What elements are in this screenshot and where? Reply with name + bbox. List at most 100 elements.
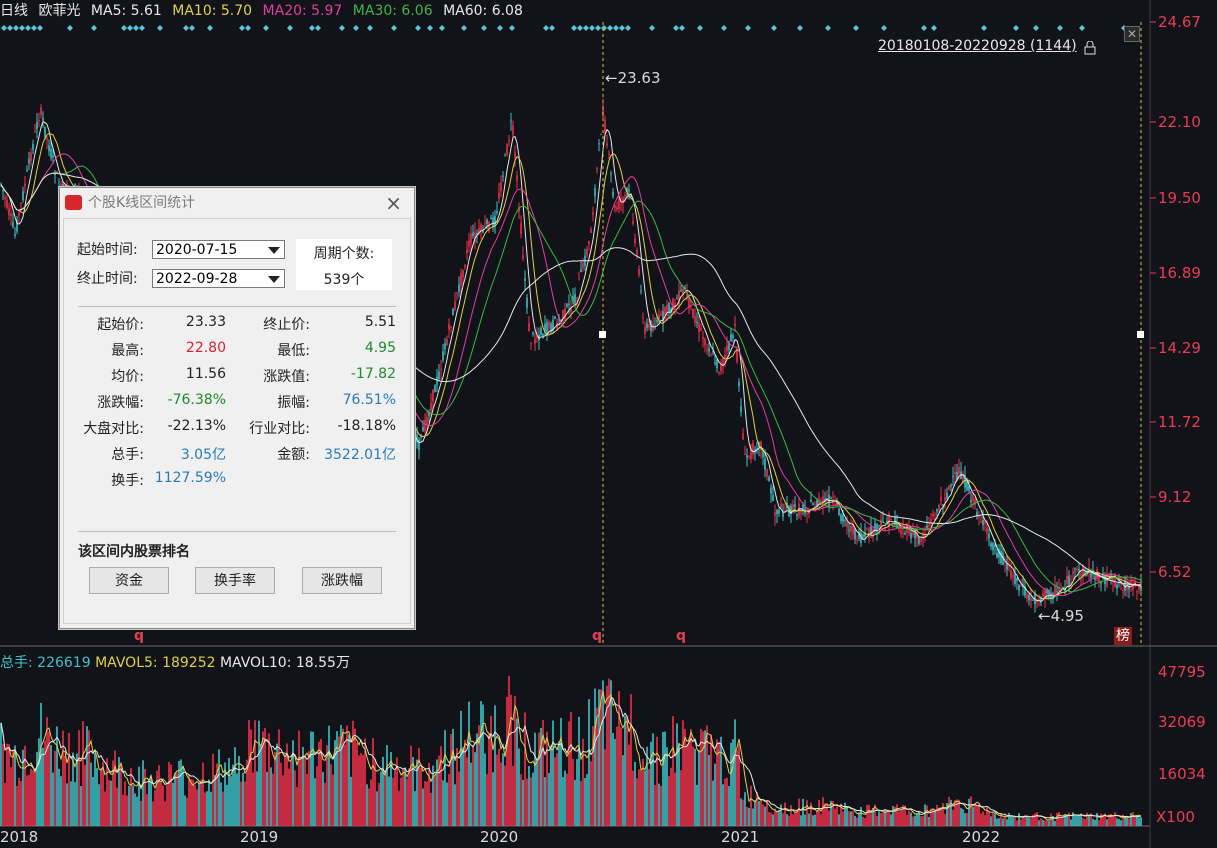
volume-bar [208,779,210,826]
candle-body [1080,573,1082,576]
date-range-label[interactable]: 20180108-20220928 (1144) [878,38,1077,54]
volume-bar [240,781,242,826]
event-marker-icon [461,25,467,31]
chevron-down-icon[interactable] [268,247,280,254]
candle-body [656,320,658,323]
candle-body [580,269,582,273]
volume-bar [440,746,442,826]
volume-bar [906,815,908,826]
candle-body [1038,599,1040,601]
volume-bar [900,810,902,826]
event-marker-icon [133,25,139,31]
candle-body [1074,568,1076,570]
event-marker-icon [25,25,31,31]
event-marker-icon [127,25,133,31]
volume-bar [428,762,430,826]
volume-bar [662,731,664,826]
volume-bar [476,733,478,826]
volume-bar [234,747,236,826]
candle-body [1018,585,1020,591]
low-annotation: ←4.95 [1038,607,1084,625]
volume-bar [148,778,150,826]
volume-bar [864,818,866,826]
marker-q[interactable]: q [134,628,144,644]
volume-bar [1140,817,1142,826]
volume-bar [256,771,258,826]
end-time-select[interactable]: 2022-09-28 [152,269,285,288]
volume-bar [0,722,2,826]
close-chart-icon[interactable]: ✕ [1124,26,1140,42]
candle-body [972,495,974,502]
marker-q[interactable]: q [592,628,602,644]
volume-bar [694,748,696,826]
volume-bar [250,729,252,826]
volume-bar [878,811,880,826]
stat-value: 23.33 [185,314,226,330]
volume-bar [648,769,650,826]
candle-body [848,529,850,531]
volume-bar [596,707,598,826]
volume-bar [348,734,350,826]
lock-icon[interactable] [1084,40,1096,55]
candle-body [628,189,630,192]
volume-bar [936,804,938,826]
candle-body [1056,591,1058,593]
candle-body [846,521,848,528]
candle-body [764,458,766,470]
volume-bar [1016,820,1018,826]
volume-bar [820,813,822,826]
volume-bar [914,815,916,826]
volume-bar [772,814,774,826]
volume-bar [564,770,566,826]
rank-by-turnover-button[interactable]: 换手率 [195,567,275,594]
volume-bar [604,749,606,826]
rank-by-capital-button[interactable]: 资金 [89,567,169,594]
volume-bar [152,801,154,826]
volume-bar [628,744,630,826]
volume-bar [10,767,12,826]
volume-bar [368,788,370,826]
stat-label: 大盘对比: [83,421,144,437]
volume-bar [1084,819,1086,826]
volume-bar [422,788,424,826]
candle-body [466,249,468,254]
candle-body [484,223,486,225]
volume-bar [84,764,86,826]
rank-by-change-button[interactable]: 涨跌幅 [302,567,382,594]
event-marker-icon [481,25,487,31]
candle-body [506,144,508,155]
volume-bar [1076,815,1078,826]
volume-bar [666,747,668,826]
volume-bar [212,753,214,826]
volume-bar [944,813,946,826]
candle-body [958,467,960,475]
start-time-select[interactable]: 2020-07-15 [152,240,285,259]
volume-bar [1088,814,1090,826]
candle-body [520,223,522,235]
volume-bar [882,812,884,826]
candle-body [854,528,856,540]
volume-bar [836,806,838,826]
volume-bar [800,815,802,826]
volume-bar [106,758,108,826]
close-icon[interactable]: × [385,188,402,218]
marker-q[interactable]: q [676,628,686,644]
stat-value: -76.38% [167,392,226,408]
volume-bar [848,811,850,826]
candle-body [904,533,906,535]
volume-bar [504,765,506,826]
rank-badge[interactable]: 榜 [1114,627,1132,645]
candle-body [694,316,696,324]
volume-bar [1062,816,1064,826]
volume-bar [228,758,230,826]
volume-bar [854,815,856,826]
chevron-down-icon[interactable] [268,276,280,283]
candle-body [660,313,662,315]
volume-bar [980,813,982,826]
candle-body [526,297,528,308]
candle-body [668,303,670,313]
volume-bar [136,796,138,826]
volume-bar [34,769,36,826]
dialog-titlebar[interactable]: 个股K线区间统计 × [60,188,414,218]
event-marker-icon [577,25,583,31]
